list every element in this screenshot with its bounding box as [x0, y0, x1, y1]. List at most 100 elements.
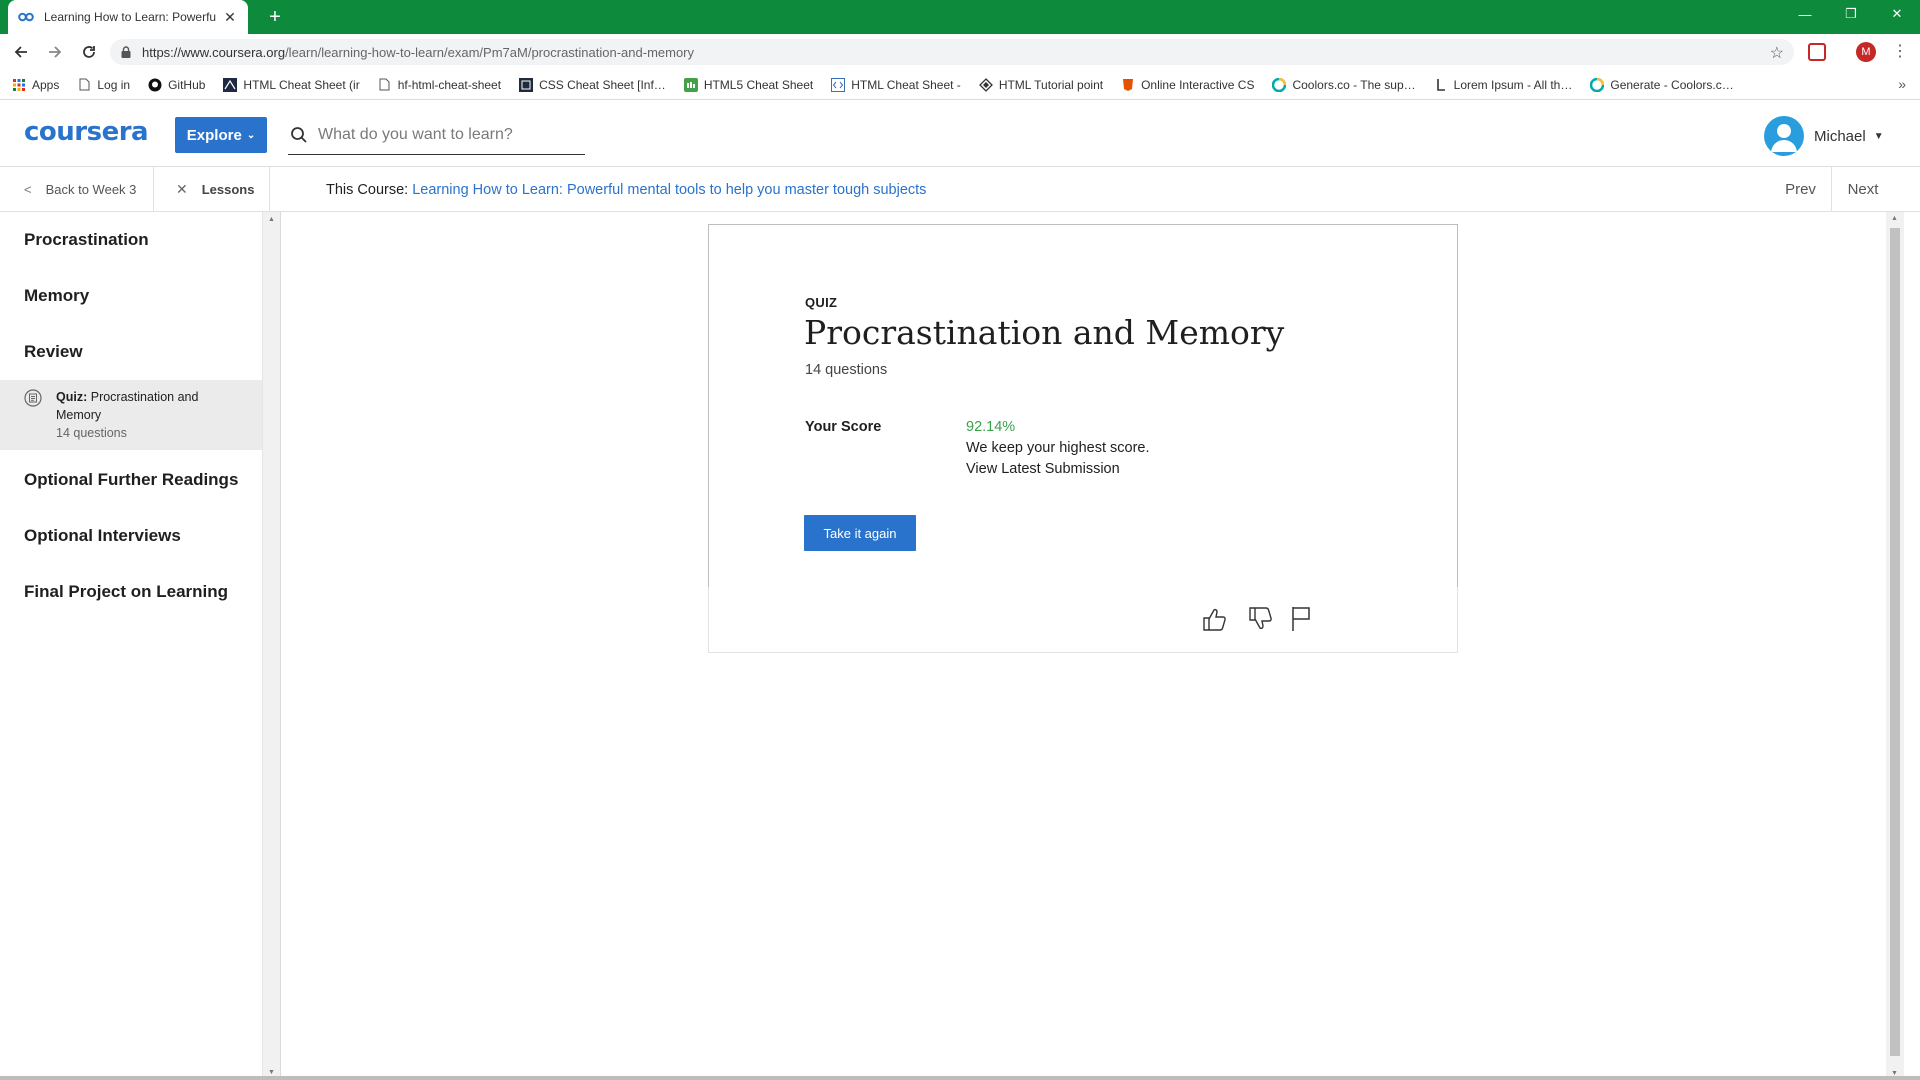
new-tab-plus-icon[interactable]: + [262, 4, 288, 30]
score-value: 92.14% [966, 419, 1016, 435]
bookmark-label: GitHub [168, 77, 206, 92]
quiz-card: QUIZ Procrastination and Memory 14 quest… [708, 224, 1458, 588]
explore-button[interactable]: Explore ⌄ [175, 117, 267, 153]
bookmark-item[interactable]: HTML5 Cheat Sheet [683, 77, 814, 92]
sidebar-section-final-project[interactable]: Final Project on Learning [24, 582, 228, 602]
tab-close-icon[interactable]: ✕ [222, 9, 238, 26]
bookmark-label: hf-html-cheat-sheet [397, 77, 502, 92]
address-bar-row: https://www.coursera.org/learn/learning-… [0, 34, 1920, 70]
question-count: 14 questions [805, 362, 888, 378]
quiz-item-subtitle: 14 questions [56, 426, 127, 440]
search-box [288, 115, 585, 155]
page-icon [77, 78, 91, 92]
page-scrollbar[interactable]: ▲ ▼ [1886, 212, 1904, 1080]
main-divider [280, 212, 281, 1080]
score-note: We keep your highest score. [966, 440, 1150, 456]
bookmark-star-icon[interactable]: ☆ [1770, 43, 1784, 63]
course-nav-bar: < Back to Week 3 ✕ Lessons This Course: … [0, 167, 1920, 212]
bookmarks-bar: Apps Log in GitHub HTML Cheat Sheet (ir hf-h… [0, 70, 1920, 100]
bookmark-label: Generate - Coolors.c… [1610, 77, 1734, 92]
url-host: https://www.coursera.org [142, 44, 286, 60]
user-name: Michael [1814, 127, 1866, 145]
flag-icon[interactable] [1289, 605, 1315, 633]
bookmarks-overflow-icon[interactable]: » [1898, 76, 1906, 92]
bookmark-item[interactable]: HTML Cheat Sheet - [831, 77, 961, 92]
bookmark-label: Log in [97, 77, 131, 92]
coursera-favicon-icon [18, 9, 34, 25]
thumbs-up-icon[interactable] [1201, 605, 1227, 633]
browser-tab[interactable]: Learning How to Learn: Powerful ✕ [8, 0, 248, 34]
bookmark-label: Apps [32, 77, 60, 92]
score-label: Your Score [805, 419, 882, 435]
bookmark-label: Online Interactive CS [1141, 77, 1255, 92]
scroll-down-arrow-icon[interactable]: ▼ [268, 1069, 275, 1076]
bookmark-item[interactable]: Log in [77, 78, 130, 92]
view-submission-link[interactable]: View Latest Submission [966, 461, 1120, 477]
profile-avatar[interactable]: M [1856, 42, 1876, 62]
explore-label: Explore [186, 126, 242, 144]
bookmark-item[interactable]: Apps [12, 78, 59, 92]
bookmark-label: Coolors.co - The sup… [1292, 77, 1416, 92]
sidebar-section-memory[interactable]: Memory [24, 286, 89, 306]
apps-grid-icon [12, 78, 26, 92]
coursera-logo[interactable]: coursera [24, 117, 149, 147]
bookmark-item[interactable]: hf-html-cheat-sheet [378, 78, 501, 92]
bookmark-item[interactable]: CSS Cheat Sheet [Inf… [519, 77, 666, 92]
shield-icon [1121, 78, 1135, 92]
back-to-week-label: Back to Week 3 [45, 182, 137, 197]
back-to-week-button[interactable]: < Back to Week 3 [0, 167, 154, 212]
bookmark-item[interactable]: Coolors.co - The sup… [1272, 77, 1416, 92]
close-icon: ✕ [176, 181, 188, 197]
forward-arrow-icon[interactable] [42, 39, 68, 65]
chevron-down-icon: ⌄ [246, 129, 256, 141]
take-it-again-button[interactable]: Take it again [804, 515, 916, 551]
scrollbar-thumb[interactable] [1890, 228, 1900, 1056]
bookmark-item[interactable]: GitHub [148, 78, 205, 92]
bookmark-item[interactable]: HTML Tutorial point [978, 77, 1104, 92]
bookmark-item[interactable]: Lorem Ipsum - All th… [1434, 77, 1573, 92]
minimize-icon[interactable]: — [1782, 0, 1828, 28]
quiz-list-icon [24, 389, 42, 407]
sidebar-section-optional-readings[interactable]: Optional Further Readings [24, 470, 238, 490]
reload-icon[interactable] [76, 39, 102, 65]
bookmark-label: HTML5 Cheat Sheet [703, 77, 814, 92]
search-input[interactable] [318, 125, 578, 144]
bookmark-label: HTML Cheat Sheet - [851, 77, 961, 92]
back-arrow-icon[interactable] [8, 39, 34, 65]
html5-icon [683, 77, 698, 92]
next-button[interactable]: Next [1832, 167, 1894, 212]
user-menu[interactable]: Michael ▼ [1764, 116, 1884, 156]
sidebar-section-review[interactable]: Review [24, 342, 83, 362]
course-title: This Course: Learning How to Learn: Powe… [326, 167, 926, 212]
quiz-kicker: QUIZ [805, 295, 838, 310]
html-icon [223, 77, 238, 92]
css-icon [519, 77, 534, 92]
bookmark-item[interactable]: HTML Cheat Sheet (ir [223, 77, 360, 92]
sidebar-section-optional-interviews[interactable]: Optional Interviews [24, 526, 181, 546]
chevron-left-icon: < [24, 182, 32, 197]
scroll-up-arrow-icon[interactable]: ▲ [268, 216, 275, 223]
sidebar-scrollbar[interactable]: ▲ ▼ [262, 212, 280, 1080]
code-icon [831, 77, 846, 92]
lessons-toggle-button[interactable]: ✕ Lessons [154, 167, 270, 212]
restore-icon[interactable]: ❐ [1828, 0, 1874, 28]
bookmark-label: HTML Tutorial point [998, 77, 1104, 92]
course-prefix: This Course: [326, 181, 409, 198]
url-field[interactable]: https://www.coursera.org/learn/learning-… [110, 39, 1794, 65]
caret-down-icon: ▼ [1873, 130, 1884, 142]
extension-icon[interactable] [1808, 43, 1826, 61]
window-close-icon[interactable]: ✕ [1874, 0, 1920, 28]
bookmark-label: Lorem Ipsum - All th… [1453, 77, 1573, 92]
browser-menu-icon[interactable]: ⋮ [1892, 42, 1908, 62]
thumbs-down-icon[interactable] [1247, 605, 1273, 633]
prev-button[interactable]: Prev [1770, 167, 1832, 212]
tab-title: Learning How to Learn: Powerful [44, 10, 216, 24]
course-link[interactable]: Learning How to Learn: Powerful mental t… [412, 182, 926, 198]
search-icon [291, 126, 307, 143]
bookmark-item[interactable]: Generate - Coolors.c… [1590, 77, 1734, 92]
bookmark-item[interactable]: Online Interactive CS [1121, 78, 1254, 92]
sidebar-section-procrastination[interactable]: Procrastination [24, 230, 149, 250]
sidebar-quiz-label: Quiz: Procrastination and Memory [56, 388, 236, 424]
lock-icon [120, 46, 132, 58]
page-scroll-up-icon[interactable]: ▲ [1891, 215, 1898, 222]
